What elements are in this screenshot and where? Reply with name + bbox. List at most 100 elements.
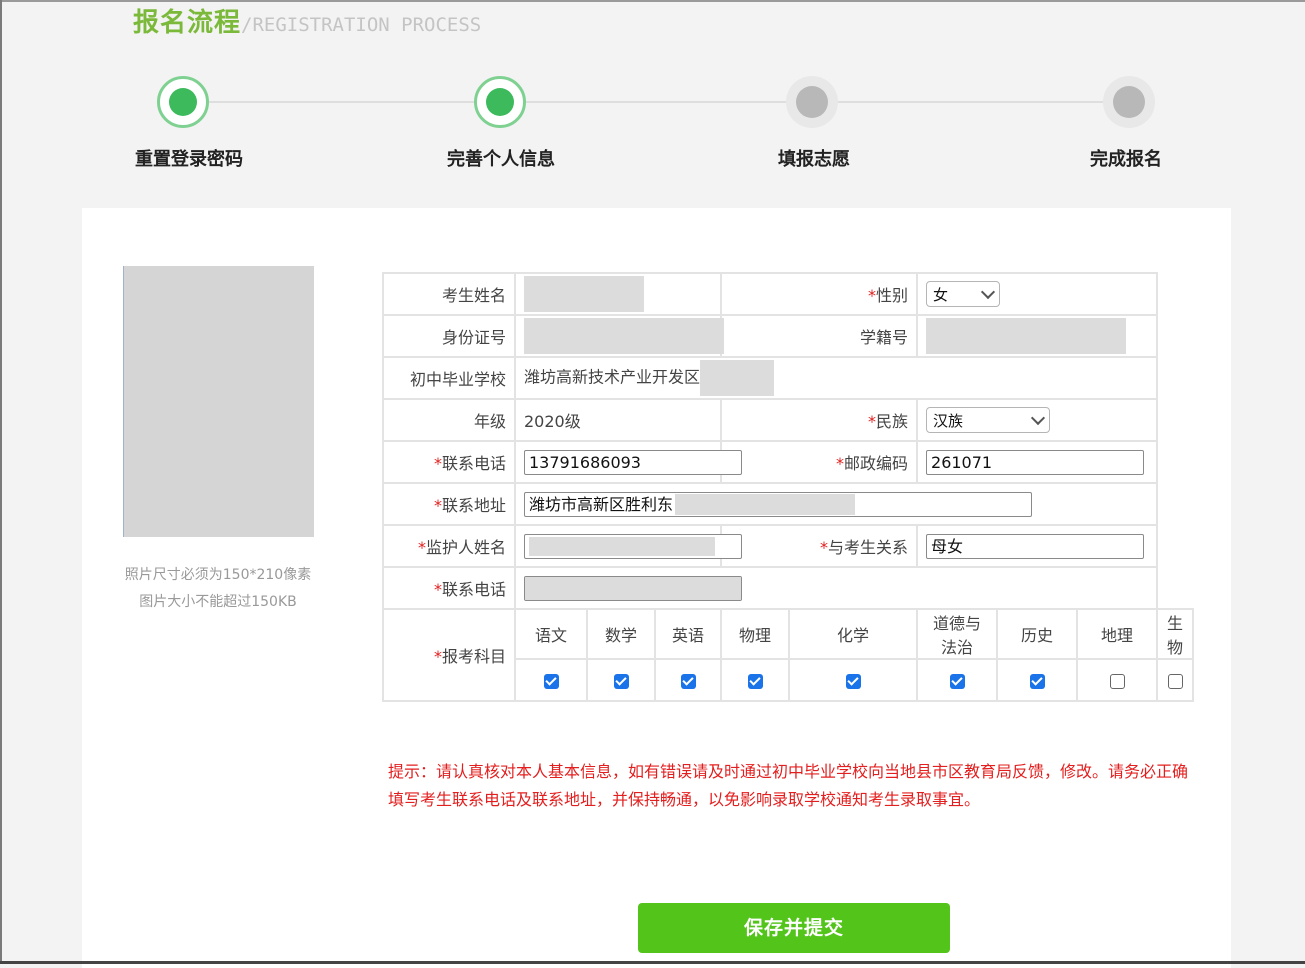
checkbox-geography[interactable] [1109, 673, 1125, 689]
registration-form: 考生姓名 *性别 女 身份证号 学籍号 初中毕业学校 潍坊高新技术产业开发区 年… [382, 272, 1194, 702]
guardian-input[interactable] [524, 533, 742, 559]
gender-value: 女 [933, 285, 949, 304]
required-mark: * [433, 647, 442, 666]
student-no-label: 学籍号 [719, 314, 919, 358]
address-input[interactable]: 潍坊市高新区胜利东 [524, 491, 1032, 517]
grade-value: 2020级 [514, 398, 722, 442]
phone-cell: 13791686093 [514, 440, 742, 484]
step-2-done-icon [474, 76, 526, 128]
postcode-cell: 261071 [916, 440, 1159, 484]
relation-label-cell: *与考生关系 [719, 524, 919, 568]
guardian-phone-cell [513, 566, 1159, 610]
gender-cell: 女 [916, 272, 1159, 316]
subject-name-history: 历史 [996, 608, 1079, 660]
address-cell: 潍坊市高新区胜利东 [513, 482, 1159, 526]
step-4-pending-icon [1103, 76, 1155, 128]
checkbox-ethics[interactable] [949, 673, 965, 689]
required-mark: * [433, 580, 442, 599]
checkbox-math[interactable] [613, 673, 629, 689]
page-title-cn: 报名流程 [133, 8, 242, 38]
student-no-redacted [926, 318, 1127, 354]
gender-label-cell: *性别 [719, 272, 919, 316]
step-1-label: 重置登录密码 [135, 149, 243, 170]
address-label-cell: *联系地址 [382, 482, 516, 526]
subject-name-physics: 物理 [720, 608, 790, 660]
checkbox-biology[interactable] [1167, 673, 1183, 689]
step-3-pending-icon [786, 76, 838, 128]
subjects-label: 报考科目 [441, 647, 506, 666]
ethnicity-select[interactable]: 汉族 [926, 407, 1051, 433]
subject-name-chinese: 语文 [514, 608, 588, 660]
guardian-label-cell: *监护人姓名 [382, 524, 516, 568]
name-label: 考生姓名 [382, 272, 516, 316]
guardian-phone-input[interactable] [524, 575, 742, 601]
subject-name-math: 数学 [586, 608, 656, 660]
school-label: 初中毕业学校 [382, 356, 516, 400]
school-value-cell: 潍坊高新技术产业开发区 [513, 356, 1159, 400]
row-name: 考生姓名 *性别 女 [382, 272, 1193, 316]
gender-select[interactable]: 女 [926, 281, 1001, 307]
ethnicity-label-cell: *民族 [719, 398, 919, 442]
phone-input[interactable]: 13791686093 [524, 449, 742, 475]
row-phone: *联系电话 13791686093 *邮政编码 261071 [382, 440, 1193, 484]
name-value [514, 272, 722, 316]
photo-upload[interactable] [123, 266, 314, 537]
ethnicity-cell: 汉族 [916, 398, 1159, 442]
grade-label: 年级 [382, 398, 516, 442]
page-title-en: /REGISTRATION PROCESS [241, 14, 482, 36]
row-guardian-phone: *联系电话 [382, 566, 1193, 610]
photo-note-size: 照片尺寸必须为150*210像素 [124, 567, 312, 583]
notice-text: 提示：请认真核对本人基本信息，如有错误请及时通过初中毕业学校向当地县市区教育局反… [388, 762, 1189, 809]
required-mark: * [820, 538, 828, 557]
required-mark: * [868, 286, 876, 305]
guardian-phone-label-cell: *联系电话 [382, 566, 516, 610]
page-title: 报名流程/REGISTRATION PROCESS [133, 2, 481, 39]
save-submit-button[interactable]: 保存并提交 [638, 903, 950, 953]
subject-name-geography: 地理 [1076, 608, 1159, 660]
postcode-label-cell: *邮政编码 [719, 440, 919, 484]
name-redacted [524, 276, 644, 312]
school-value: 潍坊高新技术产业开发区 [524, 367, 701, 387]
guardian-cell [514, 524, 742, 568]
required-mark: * [868, 412, 876, 431]
phone-label: 联系电话 [441, 454, 506, 473]
address-redacted [675, 493, 855, 515]
checkbox-chinese[interactable] [543, 673, 559, 689]
postcode-input[interactable]: 261071 [926, 449, 1145, 475]
checkbox-english[interactable] [680, 673, 696, 689]
photo-note-filesize: 图片大小不能超过150KB [139, 594, 297, 610]
address-label: 联系地址 [441, 496, 506, 515]
address-value: 潍坊市高新区胜利东 [529, 494, 674, 514]
checkbox-history[interactable] [1029, 673, 1045, 689]
required-mark: * [836, 454, 844, 473]
row-school: 初中毕业学校 潍坊高新技术产业开发区 [382, 356, 1193, 400]
subjects-label-cell: *报考科目 [382, 608, 516, 702]
subject-name-ethics: 道德与法治 [916, 608, 999, 660]
relation-input[interactable]: 母女 [926, 533, 1145, 559]
id-redacted [524, 318, 724, 354]
checkbox-physics[interactable] [747, 673, 763, 689]
photo-requirements: 照片尺寸必须为150*210像素 图片大小不能超过150KB [100, 562, 336, 616]
phone-label-cell: *联系电话 [382, 440, 516, 484]
ethnicity-value: 汉族 [933, 411, 964, 430]
guardian-redacted [529, 536, 715, 556]
window-left-edge [0, 0, 2, 964]
step-3-label: 填报志愿 [778, 149, 850, 170]
row-grade: 年级 2020级 *民族 汉族 [382, 398, 1193, 442]
checkbox-chemistry[interactable] [845, 673, 861, 689]
relation-cell: 母女 [916, 524, 1159, 568]
subject-name-english: 英语 [654, 608, 722, 660]
guardian-phone-redacted [525, 576, 741, 600]
chevron-down-icon [980, 284, 996, 299]
id-label: 身份证号 [382, 314, 516, 358]
ethnicity-label: 民族 [876, 412, 909, 431]
guardian-phone-label: 联系电话 [441, 580, 506, 599]
row-id: 身份证号 学籍号 [382, 314, 1193, 358]
required-mark: * [433, 454, 442, 473]
subject-name-biology: 生物 [1156, 608, 1194, 660]
step-4-label: 完成报名 [1090, 149, 1162, 170]
row-guardian: *监护人姓名 *与考生关系 母女 [382, 524, 1193, 568]
gender-label: 性别 [876, 286, 909, 305]
required-mark: * [433, 496, 442, 515]
student-no-value [916, 314, 1159, 358]
